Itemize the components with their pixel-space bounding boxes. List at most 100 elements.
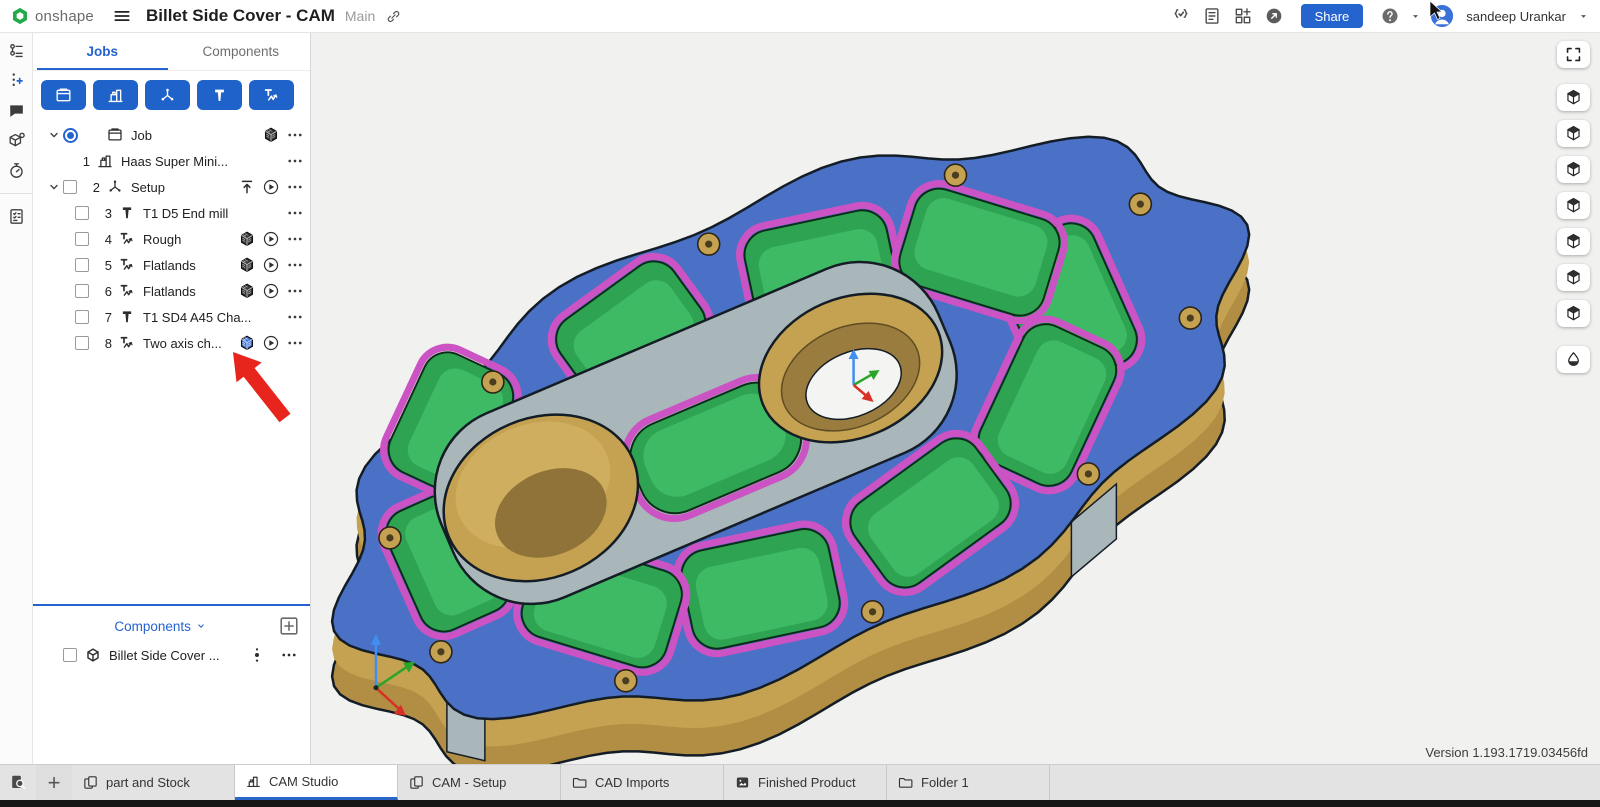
- play-icon[interactable]: [262, 282, 280, 300]
- share-link-icon[interactable]: [385, 8, 402, 25]
- job-manager-icon[interactable]: [7, 41, 26, 60]
- checkbox[interactable]: [75, 336, 89, 350]
- tree-row-t1-d5-end-mill[interactable]: 3T1 D5 End mill: [33, 200, 310, 226]
- doc-tab-part-and-stock[interactable]: part and Stock: [72, 765, 235, 800]
- menu-icon[interactable]: [286, 308, 304, 326]
- tree-row-rough[interactable]: 4Rough: [33, 226, 310, 252]
- help-caret-icon[interactable]: [1409, 10, 1422, 23]
- doc-tab-label: Folder 1: [921, 775, 969, 790]
- fullscreen-button[interactable]: [1557, 41, 1590, 68]
- checkbox[interactable]: [75, 206, 89, 220]
- release-notes-icon[interactable]: [1202, 6, 1222, 26]
- chevron-down-icon[interactable]: [45, 127, 63, 143]
- search-tabs-button[interactable]: [0, 765, 36, 800]
- menu-icon[interactable]: [286, 204, 304, 222]
- view-cube-icon: [1564, 124, 1583, 143]
- insert-node-icon[interactable]: [7, 71, 26, 90]
- play-icon[interactable]: [262, 178, 280, 196]
- menu-icon[interactable]: [286, 334, 304, 352]
- menu-icon[interactable]: [286, 282, 304, 300]
- checkbox[interactable]: [75, 284, 89, 298]
- menu-icon[interactable]: [286, 178, 304, 196]
- toolpath-icon: [117, 256, 137, 274]
- tab-components[interactable]: Components: [172, 33, 311, 70]
- menu-icon[interactable]: [286, 126, 304, 144]
- tree-row-job[interactable]: Job: [33, 122, 310, 148]
- 3d-viewport-canvas[interactable]: [311, 33, 1600, 764]
- add-component-button[interactable]: [278, 615, 300, 637]
- menu-icon[interactable]: [280, 646, 298, 664]
- setup-button[interactable]: [145, 80, 190, 110]
- avatar[interactable]: [1431, 5, 1453, 27]
- featurescript-icon[interactable]: [1171, 6, 1191, 26]
- view-cube-button-5[interactable]: [1557, 228, 1590, 255]
- user-caret-icon[interactable]: [1577, 10, 1590, 23]
- play-icon[interactable]: [262, 334, 280, 352]
- toolpath-button[interactable]: [249, 80, 294, 110]
- checkbox[interactable]: [75, 232, 89, 246]
- tree-row-flatlands[interactable]: 6Flatlands: [33, 278, 310, 304]
- view-cube-button-1[interactable]: [1557, 84, 1590, 111]
- tab-jobs[interactable]: Jobs: [33, 33, 172, 70]
- tree-row-flatlands[interactable]: 5Flatlands: [33, 252, 310, 278]
- tree-row-haas-super-mini[interactable]: 1Haas Super Mini...: [33, 148, 310, 174]
- report-icon[interactable]: [7, 207, 26, 226]
- doc-tab-finished-product[interactable]: Finished Product: [724, 765, 887, 800]
- doc-tab-cam-setup[interactable]: CAM - Setup: [398, 765, 561, 800]
- image-tab-icon: [734, 774, 751, 791]
- post-icon[interactable]: [238, 178, 256, 196]
- help-icon[interactable]: [1380, 6, 1400, 26]
- view-cube-button-4[interactable]: [1557, 192, 1590, 219]
- menu-icon[interactable]: [286, 256, 304, 274]
- tree-row-t1-sd4-a45-cha[interactable]: 7T1 SD4 A45 Cha...: [33, 304, 310, 330]
- view-cube-button-3[interactable]: [1557, 156, 1590, 183]
- checkbox[interactable]: [75, 258, 89, 272]
- checkbox[interactable]: [75, 310, 89, 324]
- simulation-cube-icon-selected[interactable]: [238, 334, 256, 352]
- doc-tab-cam-studio[interactable]: CAM Studio: [235, 765, 398, 800]
- row-label: Flatlands: [143, 258, 234, 273]
- part-icon: [83, 645, 103, 665]
- view-cube-button-6[interactable]: [1557, 264, 1590, 291]
- app-store-icon[interactable]: [1233, 6, 1253, 26]
- billet-side-cover-model[interactable]: [311, 33, 1600, 764]
- 3d-viewport[interactable]: Version 1.193.1719.03456fd: [311, 33, 1600, 764]
- machine-button[interactable]: [93, 80, 138, 110]
- doc-tab-cad-imports[interactable]: CAD Imports: [561, 765, 724, 800]
- checkbox[interactable]: [63, 180, 77, 194]
- view-cube-button-7[interactable]: [1557, 300, 1590, 327]
- new-tab-button[interactable]: +: [36, 765, 72, 800]
- timer-icon[interactable]: [7, 161, 26, 180]
- simulation-cube-icon[interactable]: [238, 282, 256, 300]
- main-menu-icon[interactable]: [112, 6, 132, 26]
- menu-icon[interactable]: [286, 152, 304, 170]
- view-cube-button-2[interactable]: [1557, 120, 1590, 147]
- shaded-view-button[interactable]: [1557, 346, 1590, 373]
- user-name: sandeep Urankar: [1466, 9, 1566, 24]
- radio-selected[interactable]: [63, 128, 78, 143]
- new-job-button[interactable]: [41, 80, 86, 110]
- doc-tab-folder-1[interactable]: Folder 1: [887, 765, 1050, 800]
- new-job-icon: [54, 86, 73, 105]
- workspace-label[interactable]: Main: [345, 8, 375, 24]
- tree-row-two-axis-ch[interactable]: 8Two axis ch...: [33, 330, 310, 356]
- labs-icon[interactable]: [1264, 6, 1284, 26]
- chevron-down-icon[interactable]: [45, 179, 63, 195]
- origin-dots-icon[interactable]: [248, 646, 266, 664]
- tree-row-setup[interactable]: 2Setup: [33, 174, 310, 200]
- play-icon[interactable]: [262, 230, 280, 248]
- play-icon[interactable]: [262, 256, 280, 274]
- simulation-cube-icon[interactable]: [238, 256, 256, 274]
- components-header-label[interactable]: Components: [43, 619, 278, 634]
- doc-tab-label: part and Stock: [106, 775, 190, 790]
- checkbox[interactable]: [63, 648, 77, 662]
- simulation-cube-icon[interactable]: [262, 126, 280, 144]
- share-button[interactable]: Share: [1301, 4, 1364, 28]
- simulation-cube-icon[interactable]: [238, 230, 256, 248]
- menu-icon[interactable]: [286, 230, 304, 248]
- window-edge: [0, 800, 1600, 807]
- comments-icon[interactable]: [7, 101, 26, 120]
- tool-button[interactable]: [197, 80, 242, 110]
- model-help-icon[interactable]: [7, 131, 26, 150]
- component-row[interactable]: Billet Side Cover ...: [33, 640, 310, 670]
